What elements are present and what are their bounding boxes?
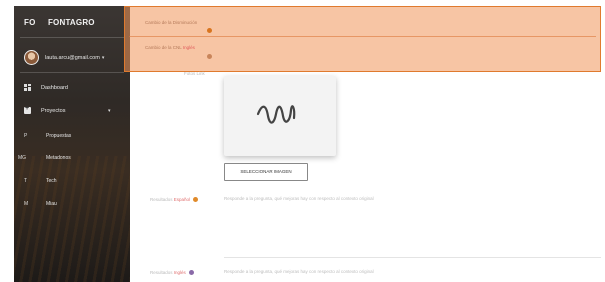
sidebar-subitem-tech[interactable]: T Tech bbox=[24, 178, 57, 184]
result-es-input[interactable]: Responde a la pregunta, qué mejoras hay … bbox=[224, 196, 374, 201]
field-label-text: Cambio de la CNL bbox=[145, 45, 182, 50]
field-underline bbox=[129, 36, 596, 37]
select-image-button[interactable]: SELECCIONAR IMAGEN bbox=[224, 163, 308, 181]
field-underline bbox=[224, 257, 601, 258]
sidebar-item-proyectos[interactable]: Proyectos bbox=[24, 105, 66, 114]
highlight-overlay: Cambio de la Disminución Cambio de la CN… bbox=[124, 6, 601, 72]
user-profile[interactable]: lauta.arcu@gmail.com ▾ bbox=[24, 50, 104, 65]
sidebar-item-label: Dashboard bbox=[41, 84, 68, 91]
sidebar-item-dashboard[interactable]: Dashboard bbox=[24, 84, 68, 91]
spain-flag-icon bbox=[193, 197, 199, 203]
label-lang: Español bbox=[173, 197, 191, 202]
subitem-label: Tech bbox=[46, 178, 57, 184]
result-en-input[interactable]: Responde a la pregunta, qué mejoras hay … bbox=[224, 269, 374, 274]
sidebar-subitem-miau[interactable]: M Miau bbox=[24, 201, 57, 207]
dashboard-icon bbox=[24, 84, 31, 91]
field-label-cnl: Cambio de la CNL Inglés bbox=[145, 45, 195, 50]
user-email: lauta.arcu@gmail.com bbox=[45, 54, 100, 61]
subitem-label: Propuestas bbox=[46, 133, 72, 139]
result-es-label: Resultados Español bbox=[150, 197, 199, 203]
sidebar-divider bbox=[20, 72, 124, 73]
info-dot-icon bbox=[207, 28, 212, 33]
uk-flag-icon bbox=[189, 270, 195, 276]
sidebar-background-texture bbox=[14, 156, 130, 282]
sidebar-subitem-metadonos[interactable]: MG Metadonos bbox=[18, 155, 71, 161]
subitem-label: Metadonos bbox=[46, 155, 71, 161]
subitem-label: Miau bbox=[46, 201, 57, 207]
sidebar: FO FONTAGRO lauta.arcu@gmail.com ▾ Dashb… bbox=[14, 6, 130, 282]
brand-name: FONTAGRO bbox=[47, 18, 95, 27]
chevron-down-icon[interactable]: ▾ bbox=[108, 108, 111, 114]
plus-box-icon bbox=[24, 105, 31, 114]
subitem-abbr: P bbox=[24, 133, 28, 139]
field-lang: Inglés bbox=[182, 45, 195, 50]
subitem-abbr: MG bbox=[18, 155, 27, 161]
signature-icon bbox=[256, 105, 296, 124]
avatar bbox=[24, 50, 39, 65]
sidebar-item-label: Proyectos bbox=[41, 107, 66, 114]
user-menu-caret[interactable]: ▾ bbox=[102, 55, 105, 61]
info-dot-icon bbox=[207, 54, 212, 59]
label-lang: Inglés bbox=[173, 270, 186, 275]
brand[interactable]: FO FONTAGRO bbox=[24, 18, 95, 27]
sidebar-divider bbox=[20, 37, 124, 38]
sidebar-subitem-propuestas[interactable]: P Propuestas bbox=[24, 133, 71, 139]
label-text: Resultados bbox=[150, 270, 173, 275]
photo-label: Fotos Link bbox=[184, 71, 205, 76]
label-text: Resultados bbox=[150, 197, 173, 202]
subitem-abbr: T bbox=[24, 178, 28, 184]
result-en-label: Resultados Inglés bbox=[150, 270, 195, 276]
brand-abbr: FO bbox=[24, 18, 36, 27]
subitem-abbr: M bbox=[24, 201, 29, 207]
image-preview bbox=[224, 76, 336, 156]
field-label-disminucion: Cambio de la Disminución bbox=[145, 20, 198, 25]
